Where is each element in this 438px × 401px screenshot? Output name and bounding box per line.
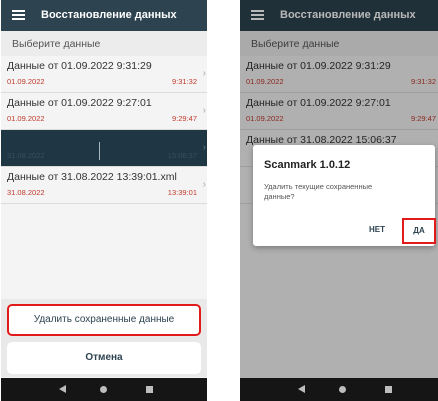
item-time: 13:39:01 (167, 188, 197, 197)
android-nav-bar (240, 378, 438, 401)
phone-screen-left: Восстановление данных Выберите данные Да… (1, 0, 207, 401)
item-time: 15:06:37 (167, 151, 197, 160)
item-name: Данные от 01.09.2022 9:31:29 (7, 60, 152, 72)
item-date: 31.08.2022 (7, 151, 45, 160)
app-title: Восстановление данных (41, 9, 177, 21)
list-item-selected[interactable]: 31.08.2022 15:06:37 › (1, 130, 207, 167)
list-item[interactable]: Данные от 31.08.2022 13:39:01.xml 31.08.… (1, 167, 207, 204)
delete-saved-data-button[interactable]: Удалить сохраненные данные (7, 304, 201, 336)
home-icon[interactable] (339, 386, 346, 393)
app-bar: Восстановление данных (1, 0, 207, 31)
item-name: Данные от 31.08.2022 13:39:01.xml (7, 171, 177, 183)
phone-screen-right: Восстановление данных Выберите данные Да… (240, 0, 438, 401)
chevron-right-icon: › (202, 142, 206, 153)
cancel-button[interactable]: Отмена (7, 342, 201, 374)
yes-button[interactable]: ДА (402, 218, 436, 244)
dialog-title: Scanmark 1.0.12 (264, 159, 351, 171)
no-button[interactable]: НЕТ (369, 225, 385, 234)
dialog-message: Удалить текущие сохраненные данные? (264, 182, 373, 201)
list-item[interactable]: Данные от 01.09.2022 9:31:29 01.09.2022 … (1, 56, 207, 93)
recents-icon[interactable] (385, 386, 392, 393)
item-time: 9:29:47 (171, 114, 197, 123)
android-nav-bar (1, 378, 207, 401)
chevron-right-icon: › (202, 179, 206, 190)
chevron-right-icon: › (202, 105, 206, 116)
item-date: 01.09.2022 (7, 114, 45, 123)
back-icon[interactable] (59, 385, 66, 393)
item-time: 9:31:32 (171, 77, 197, 86)
menu-icon[interactable] (12, 10, 25, 20)
chevron-right-icon: › (202, 68, 206, 79)
home-icon[interactable] (100, 386, 107, 393)
list-item[interactable]: Данные от 01.09.2022 9:27:01 01.09.2022 … (1, 93, 207, 130)
item-date: 01.09.2022 (7, 77, 45, 86)
item-name: Данные от 01.09.2022 9:27:01 (7, 97, 152, 109)
section-subheader: Выберите данные (1, 31, 207, 56)
row-divider (99, 142, 100, 160)
recents-icon[interactable] (146, 386, 153, 393)
item-date: 31.08.2022 (7, 188, 45, 197)
back-icon[interactable] (298, 385, 305, 393)
